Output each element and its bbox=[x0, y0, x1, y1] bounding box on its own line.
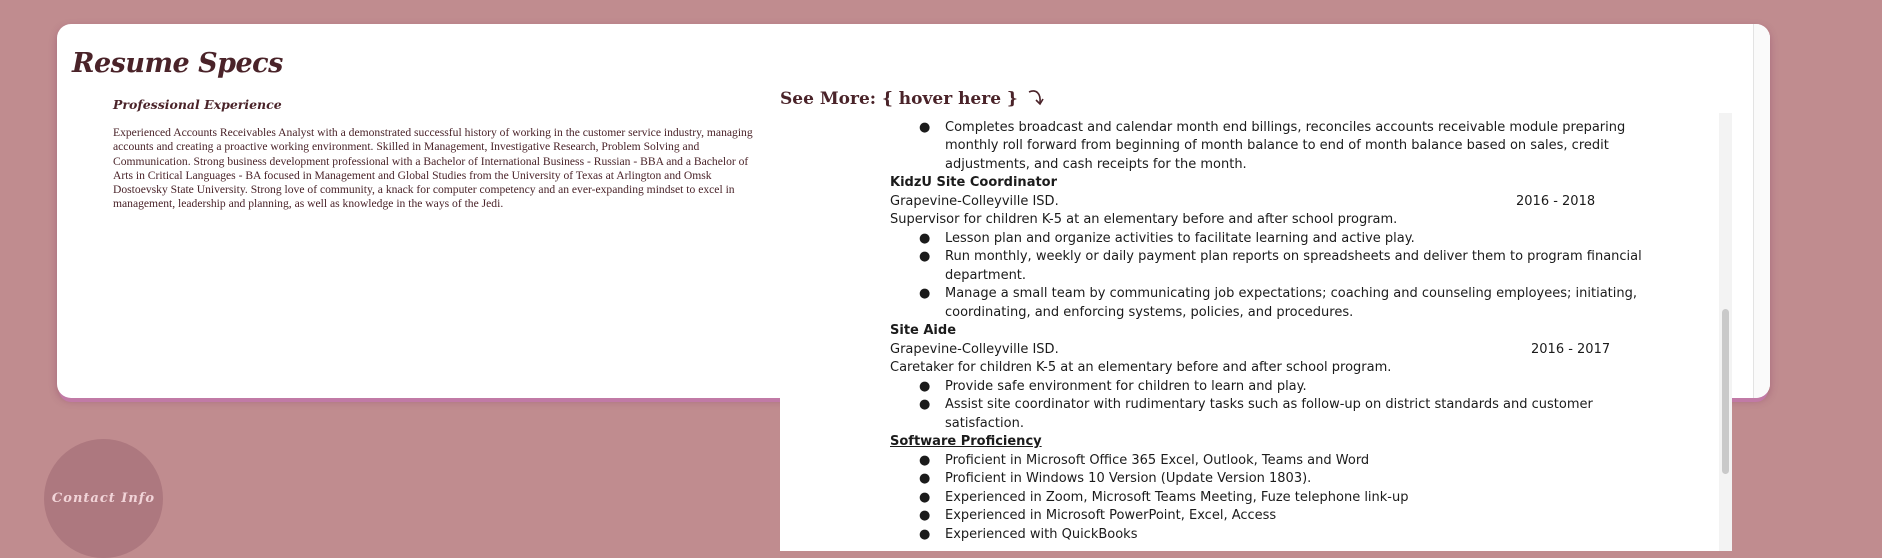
job-bullet-text: Lesson plan and organize activities to f… bbox=[945, 230, 1415, 246]
job-bullet-text: Assist site coordinator with rudimentary… bbox=[945, 397, 1593, 412]
software-item-text: Experienced in Zoom, Microsoft Teams Mee… bbox=[945, 489, 1409, 505]
section-heading-professional-experience: Professional Experience bbox=[113, 97, 282, 112]
resume-document-preview[interactable]: customer service to customers and Sales.… bbox=[780, 113, 1732, 551]
contact-info-button[interactable]: Contact Info bbox=[44, 439, 163, 558]
software-heading: Software Proficiency bbox=[890, 433, 1690, 452]
page-title: Resume Specs bbox=[72, 48, 283, 79]
software-item: ● Proficient in Microsoft Office 365 Exce… bbox=[890, 452, 1690, 471]
job-title-text: Site Aide bbox=[890, 323, 957, 338]
job-bullet-text: Provide safe environment for children to… bbox=[945, 378, 1307, 394]
job-bullet: ● Manage a small team by communicating jo… bbox=[890, 285, 1690, 304]
software-item-text: Proficient in Microsoft Office 365 Excel… bbox=[945, 452, 1370, 468]
job-bullet: ● Assist site coordinator with rudimentar… bbox=[890, 396, 1690, 415]
job-summary-text: Supervisor for children K-5 at an elemen… bbox=[890, 212, 1398, 227]
job-bullet-text: Manage a small team by communicating job… bbox=[945, 286, 1637, 301]
resume-document: customer service to customers and Sales.… bbox=[890, 113, 1690, 544]
curved-arrow-down-icon bbox=[1028, 90, 1044, 106]
bullet-glyph: ● bbox=[919, 508, 931, 523]
job-dates: 2016 - 2017 bbox=[1531, 341, 1611, 357]
bullet-glyph: ● bbox=[919, 249, 931, 264]
see-more-label: See More: { hover here } bbox=[780, 89, 1018, 109]
bullet-glyph: ● bbox=[919, 230, 931, 246]
document-scrollbar[interactable] bbox=[1719, 113, 1732, 551]
bullet-glyph: ● bbox=[919, 378, 931, 394]
software-item: ● Experienced in Zoom, Microsoft Teams Me… bbox=[890, 489, 1690, 508]
bullet-glyph: ● bbox=[919, 526, 931, 542]
software-item: ● Experienced with QuickBooks bbox=[890, 526, 1690, 545]
job-bullet-text: Run monthly, weekly or daily payment pla… bbox=[945, 249, 1642, 264]
job-bullet-continuation: satisfaction. bbox=[890, 415, 1690, 434]
bullet-glyph: ● bbox=[919, 286, 931, 301]
contact-info-label: Contact Info bbox=[51, 491, 156, 506]
bullet-glyph: ● bbox=[919, 489, 931, 505]
professional-summary: Experienced Accounts Receivables Analyst… bbox=[113, 126, 753, 211]
job-bullet-continuation-text: department. bbox=[945, 267, 1027, 283]
bullet-glyph: ● bbox=[919, 397, 931, 412]
bullet-glyph: ● bbox=[919, 471, 931, 486]
doc-bullet-text: Completes broadcast and calendar month e… bbox=[945, 119, 1626, 135]
job-bullet: ● Lesson plan and organize activities to … bbox=[890, 230, 1690, 249]
doc-continuation: adjustments, and cash receipts for the m… bbox=[890, 156, 1690, 175]
doc-continuation-text: adjustments, and cash receipts for the m… bbox=[945, 156, 1247, 172]
job-summary: Supervisor for children K-5 at an elemen… bbox=[890, 211, 1690, 230]
software-item: ● Proficient in Windows 10 Version (Updat… bbox=[890, 470, 1690, 489]
doc-bullet: ● Completes broadcast and calendar month … bbox=[890, 119, 1690, 138]
job-bullet: ● Provide safe environment for children t… bbox=[890, 378, 1690, 397]
job-bullet-continuation: department. bbox=[890, 267, 1690, 286]
software-item-text: Experienced with QuickBooks bbox=[945, 526, 1138, 542]
job-dates: 2016 - 2018 bbox=[1516, 193, 1596, 209]
doc-continuation: monthly roll forward from beginning of m… bbox=[890, 137, 1690, 156]
bullet-glyph: ● bbox=[919, 452, 931, 468]
job-employer: Grapevine-Colleyville ISD. 2016 - 2017 bbox=[890, 341, 1690, 360]
job-bullet-continuation-text: satisfaction. bbox=[945, 415, 1024, 431]
job-bullet-continuation-text: coordinating, and enforcing systems, pol… bbox=[945, 304, 1354, 320]
job-title: Site Aide bbox=[890, 322, 1690, 341]
job-employer: Grapevine-Colleyville ISD. 2016 - 2018 bbox=[890, 193, 1690, 212]
job-employer-text: Grapevine-Colleyville ISD. bbox=[890, 193, 1059, 209]
job-bullet-continuation: coordinating, and enforcing systems, pol… bbox=[890, 304, 1690, 323]
card-scrollbar[interactable] bbox=[1753, 24, 1770, 398]
software-heading-text: Software Proficiency bbox=[890, 434, 1042, 449]
job-summary-text: Caretaker for children K-5 at an element… bbox=[890, 360, 1392, 375]
software-item-text: Proficient in Windows 10 Version (Update… bbox=[945, 471, 1312, 486]
doc-continuation-text: monthly roll forward from beginning of m… bbox=[945, 138, 1609, 153]
see-more-hover-trigger[interactable]: See More: { hover here } bbox=[780, 88, 1046, 109]
job-title: KidzU Site Coordinator bbox=[890, 174, 1690, 193]
doc-continuation-text: customer service to customers and Sales. bbox=[945, 113, 1218, 116]
software-item-text: Experienced in Microsoft PowerPoint, Exc… bbox=[945, 508, 1277, 523]
job-summary: Caretaker for children K-5 at an element… bbox=[890, 359, 1690, 378]
document-scroll-thumb[interactable] bbox=[1722, 309, 1729, 474]
software-item: ● Experienced in Microsoft PowerPoint, Ex… bbox=[890, 507, 1690, 526]
job-title-text: KidzU Site Coordinator bbox=[890, 175, 1058, 190]
bullet-glyph: ● bbox=[919, 119, 931, 135]
job-employer-text: Grapevine-Colleyville ISD. bbox=[890, 341, 1059, 357]
job-bullet: ● Run monthly, weekly or daily payment pl… bbox=[890, 248, 1690, 267]
